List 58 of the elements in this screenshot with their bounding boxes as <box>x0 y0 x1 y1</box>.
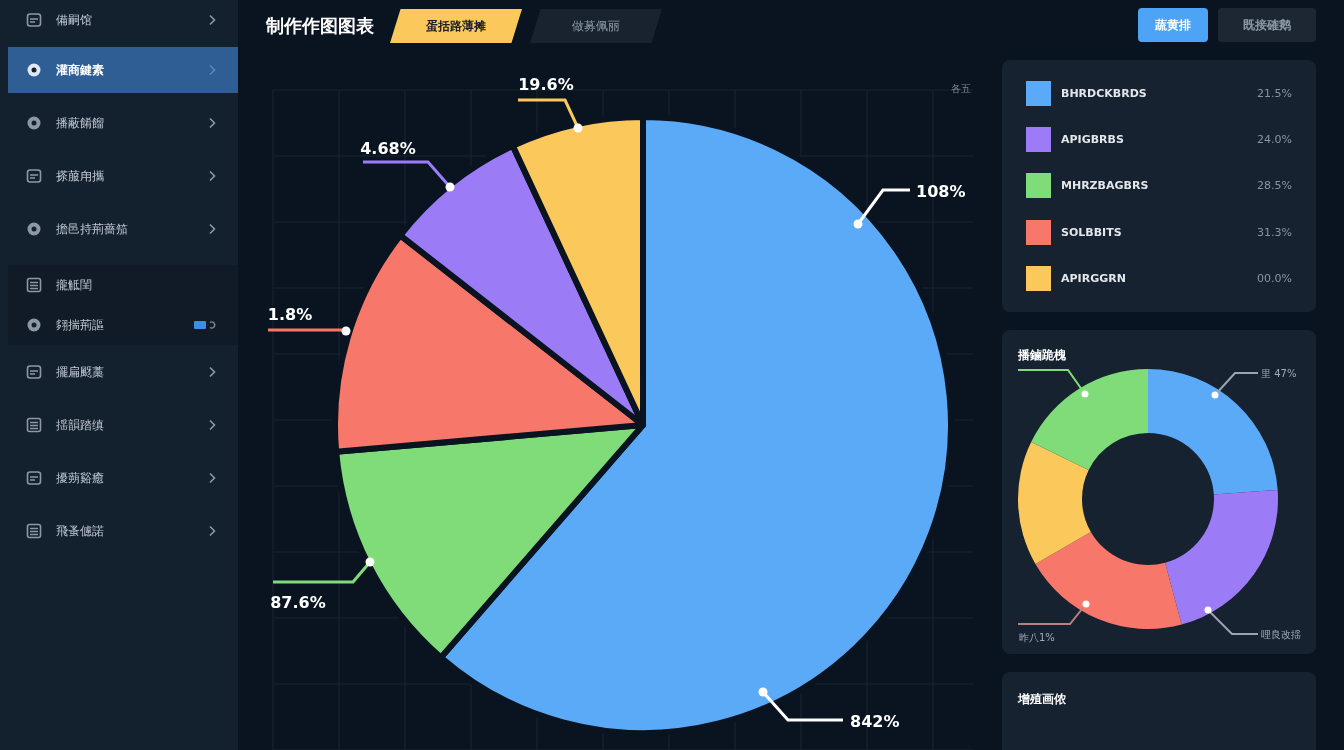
sidebar-item[interactable]: 搽菔甪攜 <box>8 153 238 199</box>
chevron-icon <box>208 366 216 378</box>
circle-icon <box>26 115 42 131</box>
chevron-icon <box>208 170 216 182</box>
legend-value: 31.3% <box>1257 225 1292 239</box>
chevron-icon <box>208 419 216 431</box>
legend-value: 21.5% <box>1257 86 1292 100</box>
legend-label: MHRZBAGBRS <box>1061 179 1150 193</box>
panel-title: 播鏀跪槐 <box>1017 347 1067 364</box>
tab[interactable]: 蛋括路薄摊 <box>390 9 522 43</box>
circle-icon <box>26 317 42 333</box>
panel-title: 增殖画侬 <box>1016 691 1067 708</box>
percent-label: 哩良改揺 <box>1261 629 1301 640</box>
sidebar-item[interactable]: 播蔽餚餾 <box>8 100 238 146</box>
indicator-icon <box>194 320 216 330</box>
percent-label: 4.68% <box>360 139 416 158</box>
tab[interactable]: 做募佩丽 <box>530 9 662 43</box>
list-icon <box>26 523 42 539</box>
panel-icon <box>26 364 42 380</box>
chevron-icon <box>208 64 216 76</box>
page-title: 制作作图图表 <box>266 14 374 38</box>
legend-label: SOLBBITS <box>1061 225 1123 239</box>
sidebar-item[interactable]: 擺扁颬藁 <box>8 349 238 395</box>
chevron-icon <box>208 14 216 26</box>
chevron-icon <box>208 223 216 235</box>
percent-label: 842% <box>850 712 900 731</box>
chevron-icon <box>208 525 216 537</box>
sidebar-item[interactable]: 翗揣荊謳 <box>8 305 238 345</box>
list-icon <box>26 417 42 433</box>
panel-icon <box>26 168 42 184</box>
percent-label: 昨八1% <box>1019 632 1055 643</box>
circle-icon <box>26 221 42 237</box>
panel-icon <box>26 470 42 486</box>
action-button[interactable]: 既接確鹅 <box>1218 8 1316 42</box>
sidebar-item[interactable]: 擔邑持荊薔笳 <box>8 206 238 252</box>
legend-value: 24.0% <box>1257 133 1292 147</box>
legend-value: 28.5% <box>1257 179 1292 193</box>
percent-label: 19.6% <box>518 75 574 94</box>
sidebar-item[interactable]: 揺韻踏缜 <box>8 402 238 448</box>
sidebar-item[interactable]: 飛蚤儢諾 <box>8 508 238 554</box>
chevron-icon <box>208 117 216 129</box>
list-icon <box>26 277 42 293</box>
percent-label: 108% <box>916 182 966 201</box>
percent-label: 里 47% <box>1261 368 1297 379</box>
legend-label: APIRGGRN <box>1061 272 1127 286</box>
sidebar-item[interactable]: 擾蒴谿癒 <box>8 455 238 501</box>
axis-label: 各五 <box>951 83 971 94</box>
sidebar-item[interactable]: 備嗣馆 <box>8 0 238 40</box>
circle-icon <box>26 62 42 78</box>
sidebar-item[interactable]: 灌商鍵素 <box>8 47 238 93</box>
legend-label: BHRDCKBRDS <box>1061 86 1148 100</box>
percent-label: 87.6% <box>270 593 326 612</box>
panel-icon <box>26 12 42 28</box>
legend-value: 00.0% <box>1257 272 1292 286</box>
percent-label: 1.8% <box>267 305 313 324</box>
sidebar-item[interactable]: 攏觝閨 <box>8 265 238 305</box>
chevron-icon <box>208 472 216 484</box>
legend-label: APIGBRBS <box>1061 133 1125 147</box>
